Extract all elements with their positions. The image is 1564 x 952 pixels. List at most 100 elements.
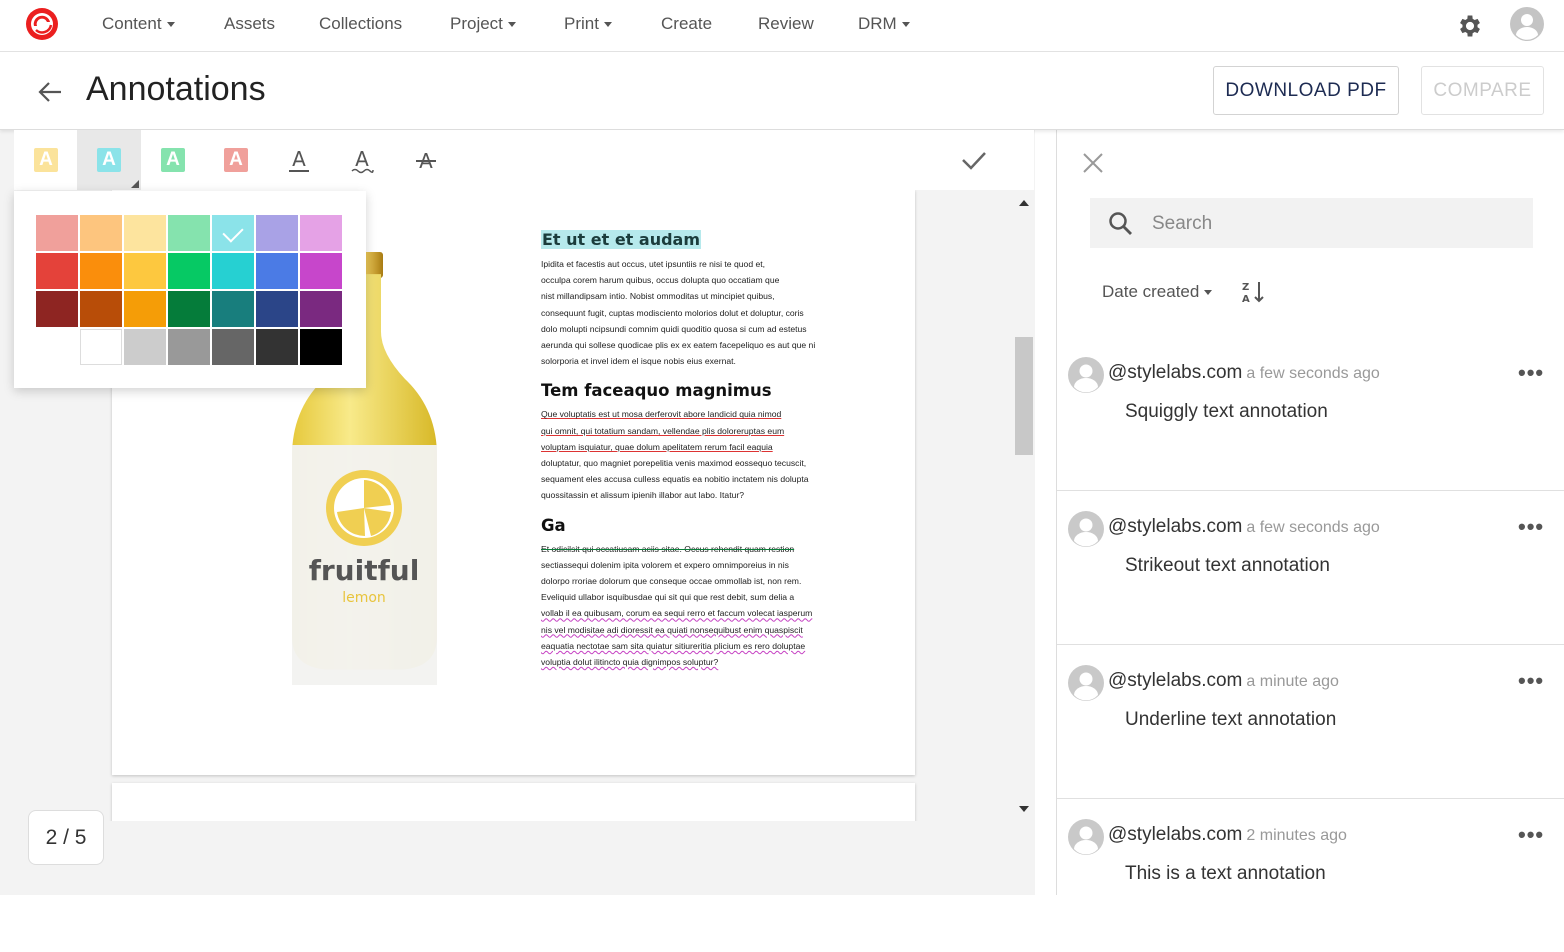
squiggly-annotation[interactable]: eaquatia nectotae sam sita quiatur sitiu… (541, 638, 847, 654)
color-swatch[interactable] (300, 329, 342, 365)
strikeout-annotation[interactable]: Et odicilsit qui occatiusam aciis sitae.… (541, 541, 847, 557)
tool-highlight-red[interactable]: A (204, 130, 268, 190)
page-title: Annotations (86, 70, 266, 108)
color-swatch[interactable] (212, 253, 254, 289)
back-arrow-icon[interactable] (36, 78, 64, 106)
tool-highlight-cyan[interactable]: A (77, 130, 141, 190)
download-pdf-button[interactable]: DOWNLOAD PDF (1213, 66, 1399, 115)
comment-text: Strikeout text annotation (1125, 555, 1330, 576)
color-swatch[interactable] (80, 253, 122, 289)
color-swatch[interactable] (124, 329, 166, 365)
svg-text:A: A (1242, 294, 1250, 305)
underline-annotation[interactable]: qui omnit, qui totatium sandam, vellenda… (541, 423, 847, 439)
sitecore-logo-icon[interactable] (24, 6, 60, 42)
color-swatch[interactable] (300, 253, 342, 289)
squiggly-annotation[interactable]: voluptia dolut ilitincto quia dignimpos … (541, 654, 847, 670)
squiggly-annotation[interactable]: nis vel modisitae adi dioressit ea quiat… (541, 622, 847, 638)
chevron-down-icon (166, 22, 175, 28)
color-swatch[interactable] (36, 291, 78, 327)
squiggly-annotation[interactable]: vollab il ea quibusam, corum ea sequi re… (541, 605, 847, 621)
color-swatch[interactable] (124, 253, 166, 289)
nav-create[interactable]: Create (661, 14, 712, 34)
nav-drm[interactable]: DRM (858, 14, 910, 34)
scroll-up-icon[interactable] (1019, 200, 1029, 206)
tool-strikeout[interactable]: A (394, 130, 458, 190)
gear-icon[interactable] (1456, 12, 1484, 40)
bottle-flavor-text: lemon (342, 590, 386, 606)
color-swatch[interactable] (168, 291, 210, 327)
tool-squiggly[interactable]: A (330, 130, 394, 190)
comment-user: @stylelabs.com a minute ago (1108, 670, 1339, 691)
more-options-icon[interactable]: ••• (1518, 822, 1544, 848)
search-input[interactable] (1152, 205, 1512, 243)
color-swatch[interactable] (256, 215, 298, 251)
scrollbar[interactable] (1014, 193, 1034, 821)
comment-text: Squiggly text annotation (1125, 401, 1328, 422)
tool-highlight-yellow[interactable]: A (14, 130, 78, 190)
annotation-toolbar: A A A A A A A (14, 130, 1034, 190)
chevron-down-icon (1204, 290, 1213, 296)
color-swatch[interactable] (168, 253, 210, 289)
tool-highlight-green[interactable]: A (141, 130, 205, 190)
user-avatar-icon (1068, 665, 1104, 701)
squiggly-icon: A (351, 147, 374, 174)
color-swatch[interactable] (212, 291, 254, 327)
color-swatch[interactable] (212, 329, 254, 365)
paragraph-2: Que voluptatis est ut mosa derferovit ab… (541, 406, 847, 503)
next-page (112, 783, 915, 823)
heading-2: Tem faceaquo magnimus (541, 381, 772, 401)
comment-card[interactable]: @stylelabs.com 2 minutes ago ••• This is a … (1057, 802, 1564, 952)
underline-icon: A (289, 147, 309, 172)
nav-content[interactable]: Content (102, 14, 175, 34)
sort-za-icon[interactable]: Z A (1240, 279, 1266, 305)
scrollbar-thumb[interactable] (1015, 337, 1033, 455)
color-swatch[interactable] (256, 329, 298, 365)
search-icon (1109, 212, 1132, 235)
color-swatch[interactable] (124, 291, 166, 327)
svg-text:A: A (355, 147, 369, 171)
color-swatch[interactable] (80, 215, 122, 251)
color-swatch[interactable] (212, 215, 254, 251)
color-swatch[interactable] (168, 215, 210, 251)
more-options-icon[interactable]: ••• (1518, 514, 1544, 540)
color-swatch[interactable] (300, 215, 342, 251)
sort-dropdown[interactable]: Date created (1102, 282, 1213, 302)
tool-underline[interactable]: A (267, 130, 331, 190)
underline-annotation[interactable]: voluptam isquiatur, quae dolum apelitate… (541, 439, 847, 455)
comment-time: 2 minutes ago (1246, 827, 1347, 844)
underline-annotation[interactable]: Que voluptatis est ut mosa derferovit ab… (541, 406, 847, 422)
nav-print[interactable]: Print (564, 14, 612, 34)
check-icon[interactable] (958, 144, 990, 176)
chevron-down-icon (507, 22, 516, 28)
color-swatch[interactable] (256, 291, 298, 327)
comment-card[interactable]: @stylelabs.com a few seconds ago ••• Strike… (1057, 494, 1564, 645)
close-icon[interactable] (1080, 150, 1106, 176)
scroll-down-icon[interactable] (1019, 806, 1029, 812)
text-column: Et ut et et audam Ipidita et facestis au… (541, 230, 847, 670)
color-swatch[interactable] (256, 253, 298, 289)
nav-review[interactable]: Review (758, 14, 814, 34)
nav-project[interactable]: Project (450, 14, 516, 34)
heading-highlighted[interactable]: Et ut et et audam (541, 230, 702, 249)
color-swatch[interactable] (300, 291, 342, 327)
nav-collections[interactable]: Collections (319, 14, 402, 34)
color-swatch[interactable] (80, 291, 122, 327)
color-swatch[interactable] (80, 329, 122, 365)
color-swatch[interactable] (124, 215, 166, 251)
comment-text: Underline text annotation (1125, 709, 1337, 730)
nav-assets[interactable]: Assets (224, 14, 275, 34)
page-indicator: 2 / 5 (28, 810, 104, 865)
more-options-icon[interactable]: ••• (1518, 360, 1544, 386)
page-header: Annotations DOWNLOAD PDF COMPARE (0, 52, 1564, 130)
more-options-icon[interactable]: ••• (1518, 668, 1544, 694)
color-swatch[interactable] (36, 253, 78, 289)
comment-card[interactable]: @stylelabs.com a few seconds ago ••• Squigg… (1057, 340, 1564, 491)
comment-card[interactable]: @stylelabs.com a minute ago ••• Underline t… (1057, 648, 1564, 799)
color-swatch[interactable] (168, 329, 210, 365)
color-swatch[interactable] (36, 215, 78, 251)
comment-time: a minute ago (1246, 673, 1339, 690)
compare-button[interactable]: COMPARE (1421, 66, 1544, 115)
user-avatar-icon[interactable] (1510, 7, 1544, 41)
comment-text: This is a text annotation (1125, 863, 1326, 884)
paragraph-3: Et odicilsit qui occatiusam aciis sitae.… (541, 541, 847, 671)
